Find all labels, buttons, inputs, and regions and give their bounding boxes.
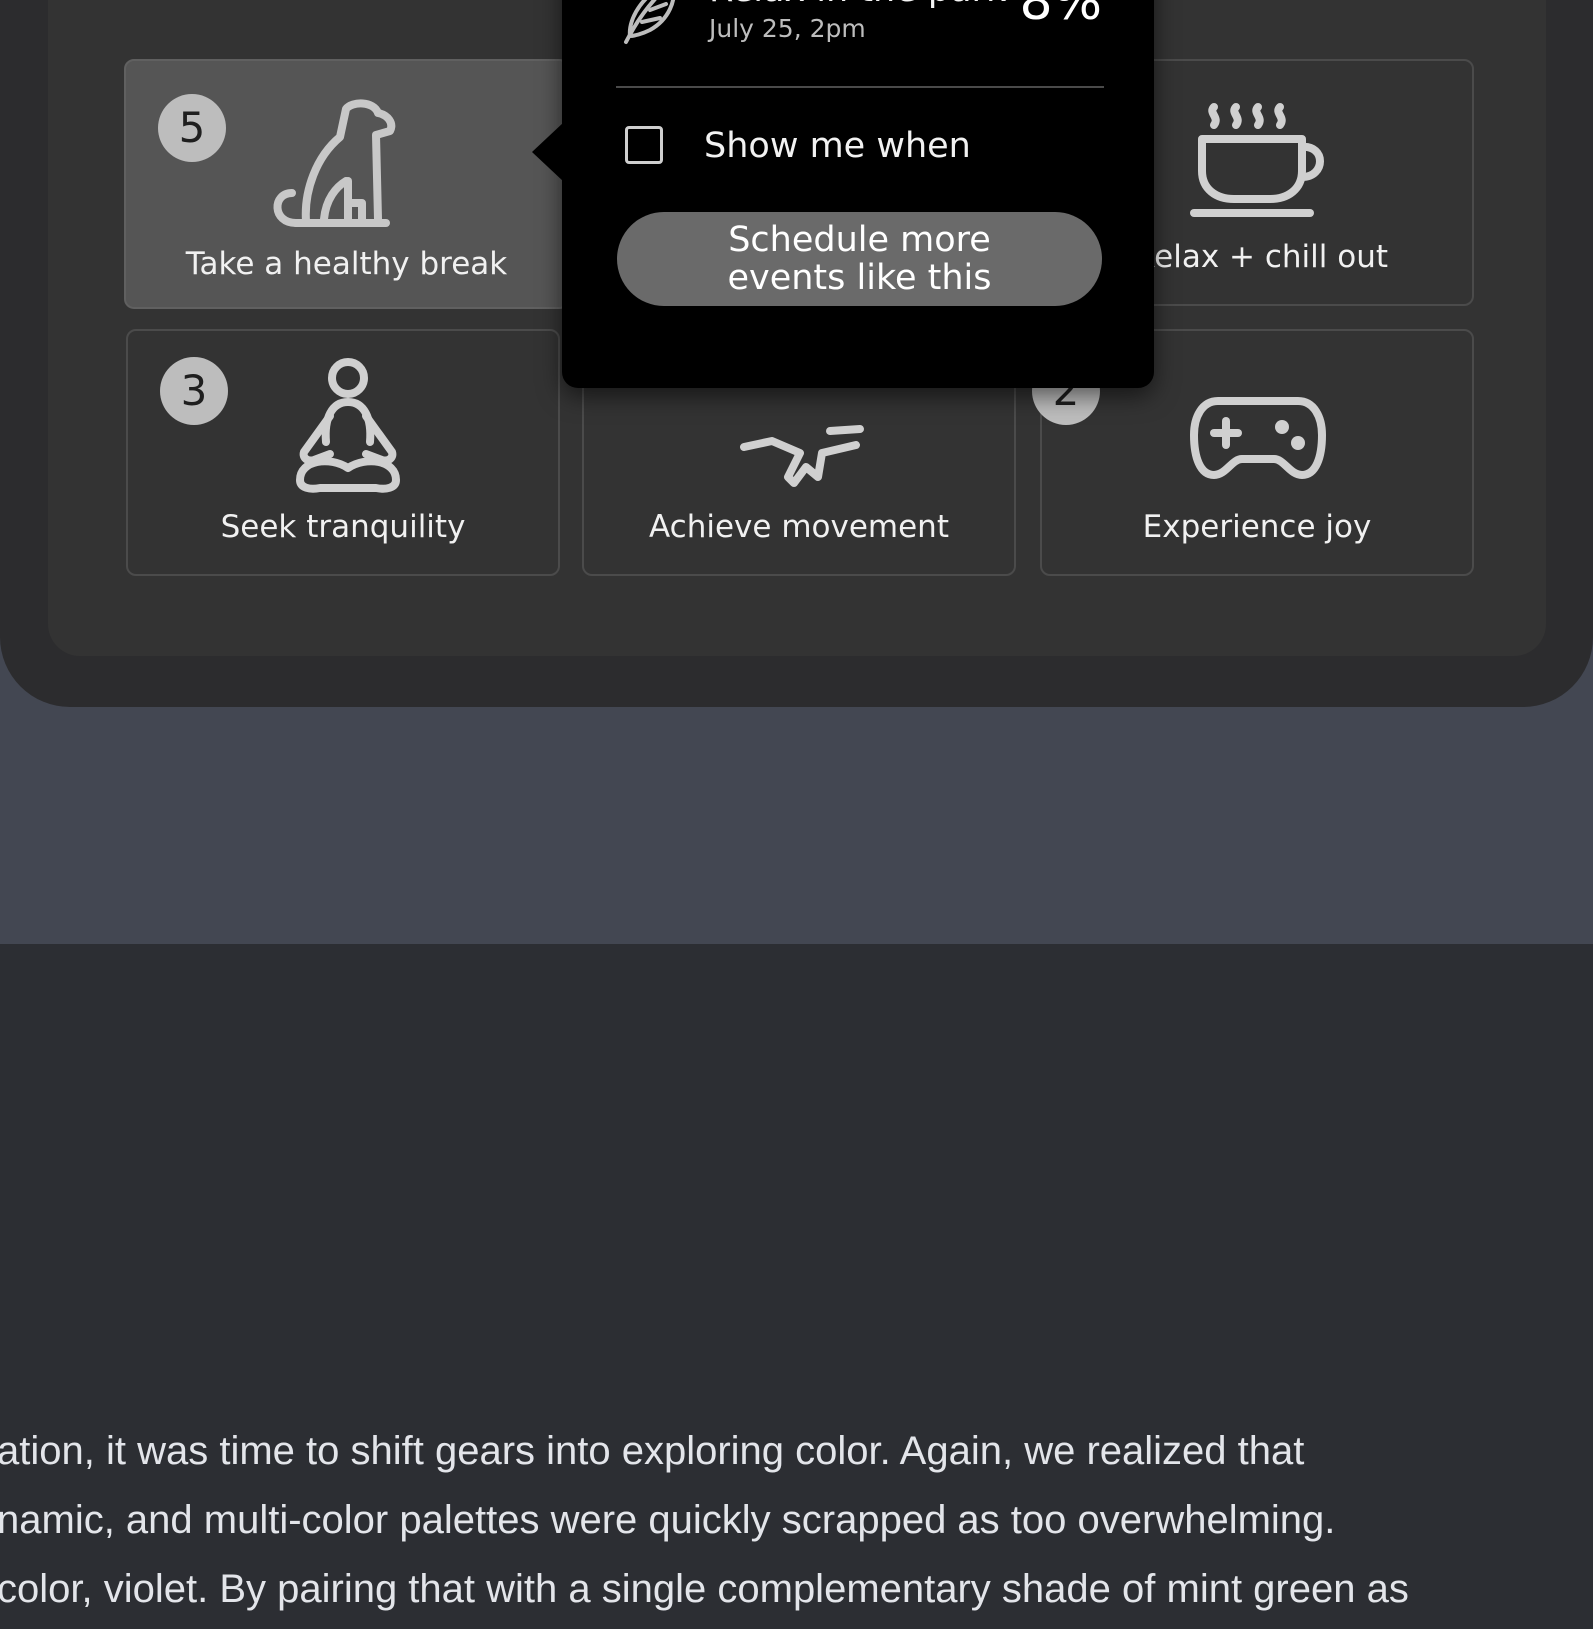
event-date: July 25, 2pm [709,14,866,43]
running-figure-icon [740,425,864,487]
coffee-cup-icon [1190,103,1324,217]
article-line: color, violet. By pairing that with a si… [0,1567,1409,1611]
device-frame: 5 Take a healthy break 1 [0,0,1593,707]
show-me-when-checkbox[interactable] [625,126,663,164]
activity-tile-tranquility[interactable]: 3 Seek tranquility [126,329,560,576]
article-line: namic, and multi-color palettes were qui… [0,1498,1336,1542]
popup-divider [616,86,1104,88]
article-body: ation, it was time to shift gears into e… [0,1417,1593,1624]
tile-label: Take a healthy break [185,246,508,282]
tile-badge: 3 [160,357,228,425]
tile-badge: 5 [158,94,226,162]
dog-icon [273,99,396,227]
game-controller-icon [1190,397,1326,479]
popup-pointer [532,122,564,182]
meditation-icon [296,358,400,493]
event-popup: Relax in the park July 25, 2pm 8% Show m… [562,0,1154,388]
tile-label: Seek tranquility [220,509,466,545]
schedule-more-button-label: Schedule more events like this [727,220,992,298]
show-me-when-label[interactable]: Show me when [704,126,971,166]
tile-label: Achieve movement [649,509,949,545]
event-percent: 8% [1019,0,1103,32]
article-line: ation, it was time to shift gears into e… [0,1429,1305,1473]
schedule-more-button[interactable]: Schedule more events like this [617,212,1102,306]
device-screen: 5 Take a healthy break 1 [48,0,1546,656]
feather-icon [624,0,675,44]
activity-tile-healthy-break[interactable]: 5 Take a healthy break [124,59,569,309]
tile-label: Experience joy [1142,509,1372,545]
event-title: Relax in the park [709,0,1006,10]
